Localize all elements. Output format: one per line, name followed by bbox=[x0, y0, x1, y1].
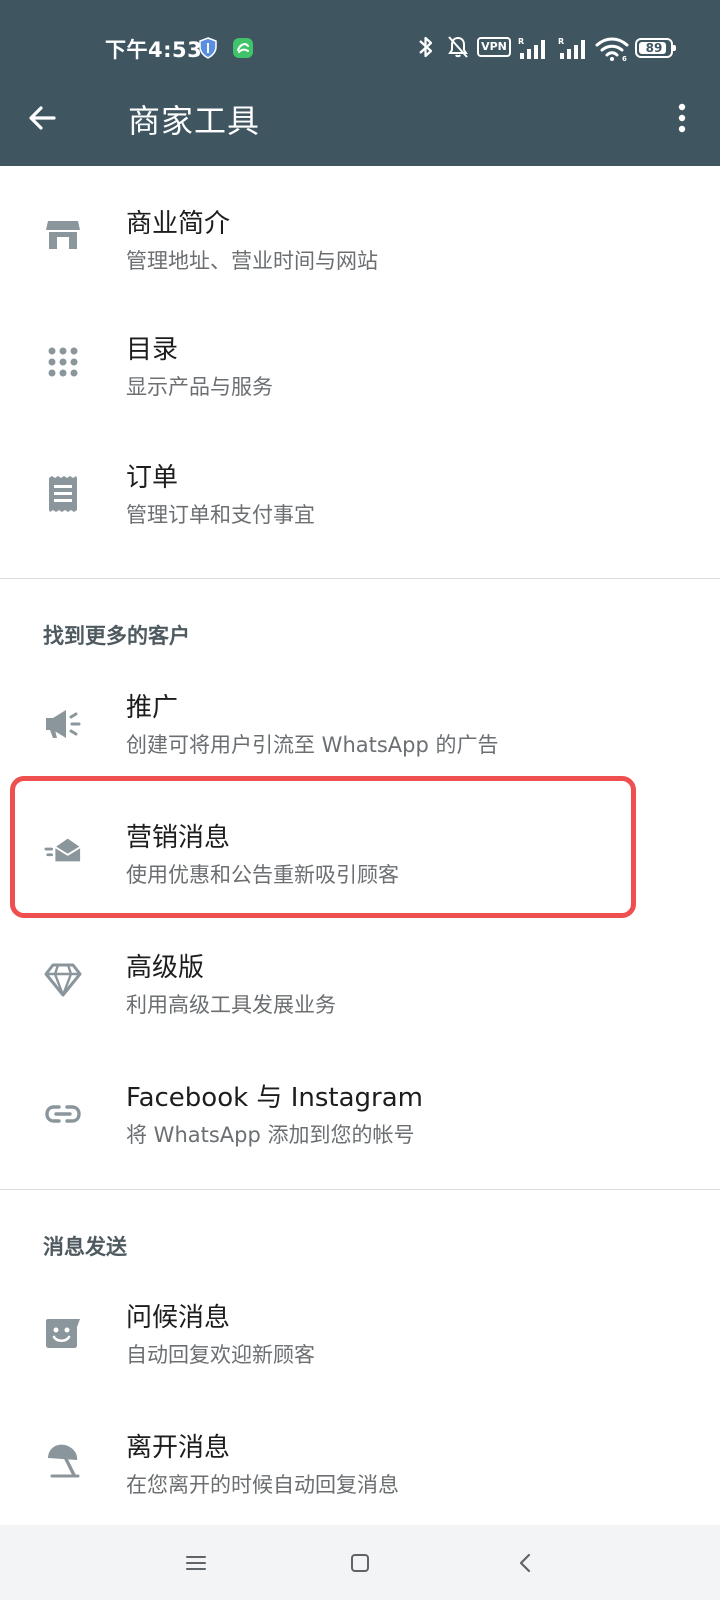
item-title: 推广 bbox=[126, 693, 179, 723]
item-subtitle: 使用优惠和公告重新吸引顾客 bbox=[126, 863, 399, 887]
list-item-facebook-instagram[interactable]: Facebook 与 Instagram 将 WhatsApp 添加到您的帐号 bbox=[0, 1055, 720, 1175]
umbrella-icon bbox=[44, 1441, 82, 1479]
item-title: 目录 bbox=[126, 335, 179, 365]
megaphone-icon bbox=[44, 705, 82, 743]
item-title: 高级版 bbox=[126, 953, 205, 983]
item-title: 离开消息 bbox=[126, 1433, 231, 1463]
bell-off-icon bbox=[448, 36, 468, 58]
receipt-icon bbox=[44, 475, 82, 513]
item-title: 问候消息 bbox=[126, 1303, 231, 1333]
nav-home-button[interactable] bbox=[340, 1543, 380, 1583]
more-options-button[interactable] bbox=[660, 96, 704, 140]
list-item-promote[interactable]: 推广 创建可将用户引流至 WhatsApp 的广告 bbox=[0, 665, 720, 785]
page-title: 商家工具 bbox=[128, 102, 261, 140]
list-item-marketing-messages[interactable]: 营销消息 使用优惠和公告重新吸引顾客 bbox=[0, 795, 720, 915]
list-item-premium[interactable]: 高级版 利用高级工具发展业务 bbox=[0, 925, 720, 1045]
item-title: 订单 bbox=[126, 463, 179, 493]
app-bar: 商家工具 bbox=[0, 70, 720, 166]
back-button[interactable] bbox=[20, 96, 64, 140]
signal-icon-2: R bbox=[558, 37, 585, 59]
smile-chat-icon bbox=[44, 1315, 82, 1353]
svg-text:6: 6 bbox=[622, 55, 627, 62]
arrow-left-icon bbox=[29, 106, 56, 130]
item-subtitle: 显示产品与服务 bbox=[126, 375, 273, 399]
section-header-messaging: 消息发送 bbox=[43, 1235, 127, 1259]
wifi-icon: 6 bbox=[595, 37, 629, 62]
item-subtitle: 利用高级工具发展业务 bbox=[126, 993, 336, 1017]
system-nav-bar bbox=[0, 1525, 720, 1600]
battery-level: 89 bbox=[645, 41, 663, 55]
shield-icon bbox=[199, 37, 217, 59]
list-item-business-profile[interactable]: 商业简介 管理地址、营业时间与网站 bbox=[0, 175, 720, 295]
svg-text:R: R bbox=[558, 37, 564, 46]
more-vertical-icon bbox=[678, 103, 686, 133]
item-subtitle: 创建可将用户引流至 WhatsApp 的广告 bbox=[126, 733, 499, 757]
signal-icon: R bbox=[518, 37, 545, 59]
section-divider bbox=[0, 1189, 720, 1190]
bluetooth-icon bbox=[419, 36, 433, 58]
chevron-left-icon bbox=[519, 1553, 531, 1573]
app-icon bbox=[233, 38, 253, 58]
store-icon bbox=[44, 215, 82, 253]
list-item-greeting-message[interactable]: 问候消息 自动回复欢迎新顾客 bbox=[0, 1275, 720, 1395]
item-subtitle: 在您离开的时候自动回复消息 bbox=[126, 1473, 399, 1497]
item-title: 商业简介 bbox=[126, 209, 231, 239]
svg-text:R: R bbox=[518, 37, 524, 46]
list-item-away-message[interactable]: 离开消息 在您离开的时候自动回复消息 bbox=[0, 1405, 720, 1525]
vpn-badge: VPN bbox=[477, 37, 511, 57]
status-time: 下午4:53 bbox=[105, 38, 203, 62]
list-item-catalog[interactable]: 目录 显示产品与服务 bbox=[0, 305, 720, 425]
link-icon bbox=[44, 1095, 82, 1133]
nav-back-button[interactable] bbox=[505, 1543, 545, 1583]
diamond-icon bbox=[44, 961, 82, 999]
list-item-orders[interactable]: 订单 管理订单和支付事宜 bbox=[0, 435, 720, 555]
nav-menu-button[interactable] bbox=[176, 1543, 216, 1583]
grid-icon bbox=[44, 343, 82, 381]
item-title: Facebook 与 Instagram bbox=[126, 1083, 423, 1113]
item-subtitle: 管理地址、营业时间与网站 bbox=[126, 249, 378, 273]
battery-icon: 89 bbox=[635, 38, 676, 58]
envelope-icon bbox=[44, 831, 82, 869]
item-subtitle: 将 WhatsApp 添加到您的帐号 bbox=[126, 1123, 415, 1147]
item-subtitle: 管理订单和支付事宜 bbox=[126, 503, 315, 527]
screen: 下午4:53 VPN R R 6 89 商家工具 商业简介 管理地址、营业时间与… bbox=[0, 0, 720, 1600]
section-divider bbox=[0, 578, 720, 579]
square-icon bbox=[351, 1554, 369, 1572]
section-header-find-customers: 找到更多的客户 bbox=[43, 624, 190, 648]
item-title: 营销消息 bbox=[126, 823, 231, 853]
item-subtitle: 自动回复欢迎新顾客 bbox=[126, 1343, 315, 1367]
hamburger-icon bbox=[186, 1556, 206, 1570]
